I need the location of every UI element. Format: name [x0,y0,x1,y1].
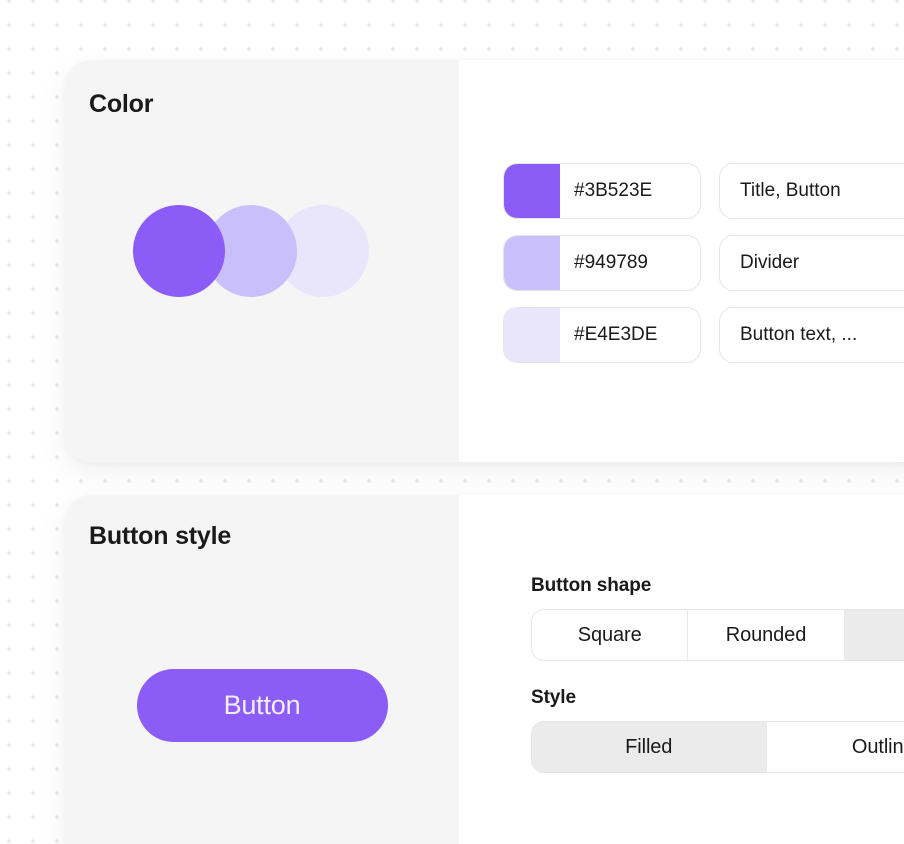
table-row: #E4E3DE Button text, ... [503,307,904,363]
button-style-card: Button style Button Button shape Square … [65,495,904,844]
color-swatch-2[interactable] [504,236,560,290]
style-label: Style [531,687,576,708]
color-usage-field-2[interactable]: Divider [719,235,904,291]
color-card-right-panel: #3B523E Title, Button #949789 Divider #E… [459,60,904,462]
color-hex-value-1: #3B523E [574,180,653,201]
color-hex-value-2: #949789 [574,252,648,273]
table-row: #3B523E Title, Button [503,163,904,219]
preview-button[interactable]: Button [136,668,388,742]
palette-circle-1 [133,205,225,297]
color-usage-field-3[interactable]: Button text, ... [719,307,904,363]
palette-circle-cluster [133,205,393,297]
color-hex-field-2[interactable]: #949789 [503,235,701,291]
segment-pill[interactable]: Pill [844,610,904,660]
button-shape-segmented-control[interactable]: Square Rounded Pill [531,609,904,661]
button-style-controls: Button shape Square Rounded Pill Style F… [531,575,904,799]
segment-outline[interactable]: Outline [766,722,904,772]
page-title: Color [89,90,154,118]
color-swatch-3[interactable] [504,308,560,362]
button-style-right-panel: Button shape Square Rounded Pill Style F… [459,495,904,844]
style-segmented-control[interactable]: Filled Outline [531,721,904,773]
button-preview-area: Button [65,495,459,844]
color-card: Color #3B523E Title, Button #949789 Divi… [65,60,904,462]
color-usage-field-1[interactable]: Title, Button [719,163,904,219]
segment-square[interactable]: Square [532,610,689,660]
color-card-left-panel: Color [65,60,459,462]
segment-rounded[interactable]: Rounded [688,610,845,660]
color-rows-list: #3B523E Title, Button #949789 Divider #E… [503,163,904,363]
table-row: #949789 Divider [503,235,904,291]
color-swatch-1[interactable] [504,164,560,218]
color-hex-value-3: #E4E3DE [574,324,658,345]
segment-filled[interactable]: Filled [532,722,767,772]
color-hex-field-3[interactable]: #E4E3DE [503,307,701,363]
button-shape-label: Button shape [531,575,652,596]
color-hex-field-1[interactable]: #3B523E [503,163,701,219]
button-style-left-panel: Button style Button [65,495,459,844]
